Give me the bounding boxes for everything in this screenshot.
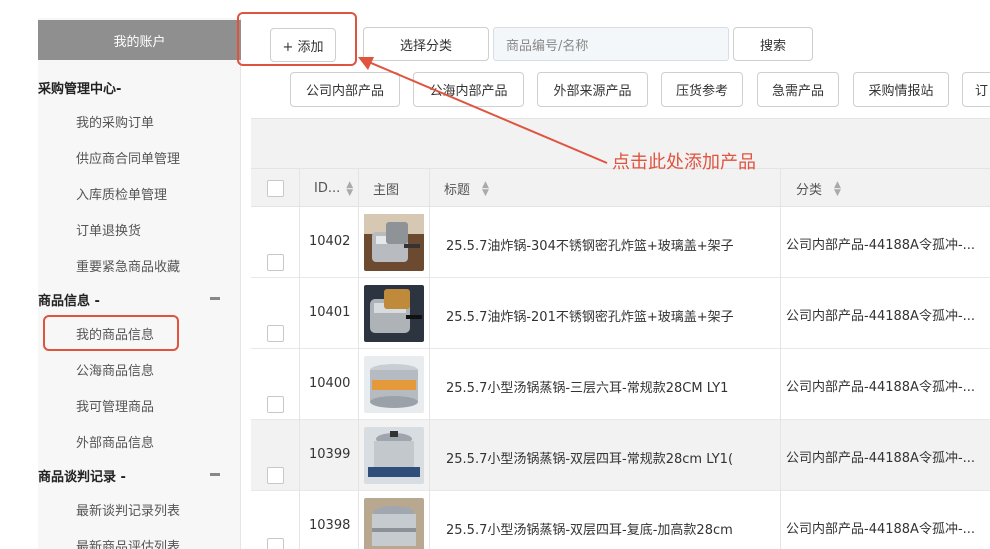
page: 我的账户 采购管理中心- 我的采购订单 供应商合同单管理 入库质检单管理 订单退… — [0, 0, 990, 549]
annotation-arrow — [358, 57, 608, 164]
annotation-label: 点击此处添加产品 — [612, 152, 756, 173]
